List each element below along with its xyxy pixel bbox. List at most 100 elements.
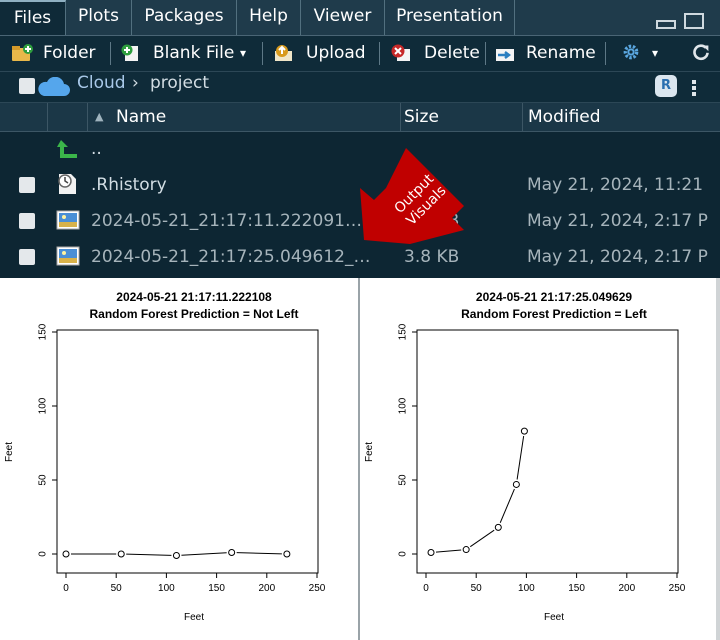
chart-right: 2024-05-21 21:17:25.049629 Random Forest … [364,290,686,623]
data-point [462,546,470,554]
upload-icon [275,45,292,61]
breadcrumb-project: project [150,73,210,93]
x-tick-label: 250 [309,583,326,594]
plot-divider [358,278,360,640]
y-tick-label: 100 [398,397,409,414]
new-file-icon [121,44,138,61]
chevron-down-icon[interactable]: ▾ [240,36,246,71]
series-line-segment [236,552,282,555]
column-header-modified[interactable]: Modified [522,103,720,131]
refresh-icon[interactable] [690,43,712,61]
file-modified: May 21, 2024, 2:17 P [527,247,708,267]
cloud-icon [38,77,70,96]
series-line-segment [126,553,172,556]
x-tick-label: 50 [471,583,483,594]
tab-presentation[interactable]: Presentation [385,0,515,35]
up-arrow-icon [57,140,77,158]
minimize-icon[interactable] [656,20,676,29]
file-modified: May 21, 2024, 11:21 [527,175,704,195]
rename-icon [496,49,514,61]
image-file-icon [56,210,80,230]
toolbar-divider [485,42,486,65]
data-point [172,551,180,559]
toolbar-divider [379,42,380,65]
chart-left: 2024-05-21 21:17:11.222108 Random Forest … [4,290,326,623]
chart-subtitle: Random Forest Prediction = Left [461,307,647,321]
maximize-icon[interactable] [684,13,704,29]
data-point [117,550,125,558]
tab-plots[interactable]: Plots [66,0,132,35]
header-checkbox-col [0,103,48,131]
plots-area: 2024-05-21 21:17:11.222108 Random Forest … [0,278,720,640]
series-line-segment [181,552,227,556]
x-tick-label: 200 [258,583,275,594]
tab-packages[interactable]: Packages [132,0,237,35]
chart-subtitle: Random Forest Prediction = Not Left [89,307,298,321]
series-line-segment [435,549,462,553]
series-line-segment [469,529,495,548]
select-all-checkbox[interactable] [19,78,35,94]
breadcrumb-cloud-link[interactable]: Cloud [77,72,126,94]
image-file-icon [56,246,80,266]
toolbar-divider [110,42,111,65]
y-tick-label: 0 [398,551,409,557]
y-tick-label: 50 [38,474,49,486]
gear-icon[interactable] [620,43,642,61]
column-header-name[interactable]: Name [116,103,396,131]
x-tick-label: 0 [423,583,429,594]
y-axis-label: Feet [4,442,15,462]
data-point [494,523,502,531]
x-tick-label: 250 [669,583,686,594]
x-tick-label: 150 [208,583,225,594]
data-point [427,549,435,557]
file-modified: May 21, 2024, 2:17 P [527,211,708,231]
annotation-arrow: Output Visuals [360,148,464,244]
chevron-down-icon[interactable]: ▾ [652,36,658,71]
y-tick-label: 50 [398,474,409,486]
y-tick-label: 100 [38,397,49,414]
file-name-link[interactable]: .. [91,131,391,167]
folder-button[interactable]: Folder [43,36,96,71]
file-checkbox[interactable] [19,177,35,193]
blank-file-button[interactable]: Blank File [153,36,234,71]
tab-files[interactable]: Files [0,0,66,35]
files-toolbar: Folder Blank File ▾ Upload Delete Rename… [0,36,720,72]
chart-title: 2024-05-21 21:17:11.222108 [116,290,272,304]
delete-button[interactable]: Delete [424,36,480,71]
tab-viewer[interactable]: Viewer [301,0,385,35]
tab-help[interactable]: Help [237,0,301,35]
column-header-size[interactable]: Size [400,103,522,131]
file-name-link[interactable]: 2024-05-21_21:17:11.222091… [91,203,391,239]
file-name-link[interactable]: .Rhistory [91,167,391,203]
plot-frame [56,329,319,574]
file-row[interactable]: 2024-05-21_21:17:25.049612_… 3.8 KB May … [0,239,720,275]
toolbar-divider [262,42,263,65]
file-size: 3.8 KB [404,247,460,267]
x-tick-label: 100 [518,583,535,594]
data-point [512,480,520,488]
data-point [228,549,236,557]
tab-bar: Files Plots Packages Help Viewer Present… [0,0,720,36]
r-project-icon[interactable]: R [655,75,677,97]
file-checkbox[interactable] [19,249,35,265]
files-pane: Files Plots Packages Help Viewer Present… [0,0,720,278]
data-point [520,427,528,435]
file-name-link[interactable]: 2024-05-21_21:17:25.049612_… [91,239,393,275]
header-icon-col [48,103,88,131]
delete-icon [391,44,410,61]
series-line-segment [516,436,525,480]
more-options-icon[interactable] [692,80,696,96]
history-file-icon [58,174,76,194]
x-tick-label: 150 [568,583,585,594]
upload-button[interactable]: Upload [306,36,366,71]
x-axis-label: Feet [184,612,204,623]
file-list-header: ▲ Name Size Modified [0,103,720,132]
data-point [62,550,70,558]
chart-title: 2024-05-21 21:17:25.049629 [476,290,632,304]
x-tick-label: 0 [63,583,69,594]
plot-border [716,278,720,640]
file-checkbox[interactable] [19,213,35,229]
rename-button[interactable]: Rename [526,36,596,71]
y-tick-label: 150 [398,323,409,340]
x-axis-label: Feet [544,612,564,623]
